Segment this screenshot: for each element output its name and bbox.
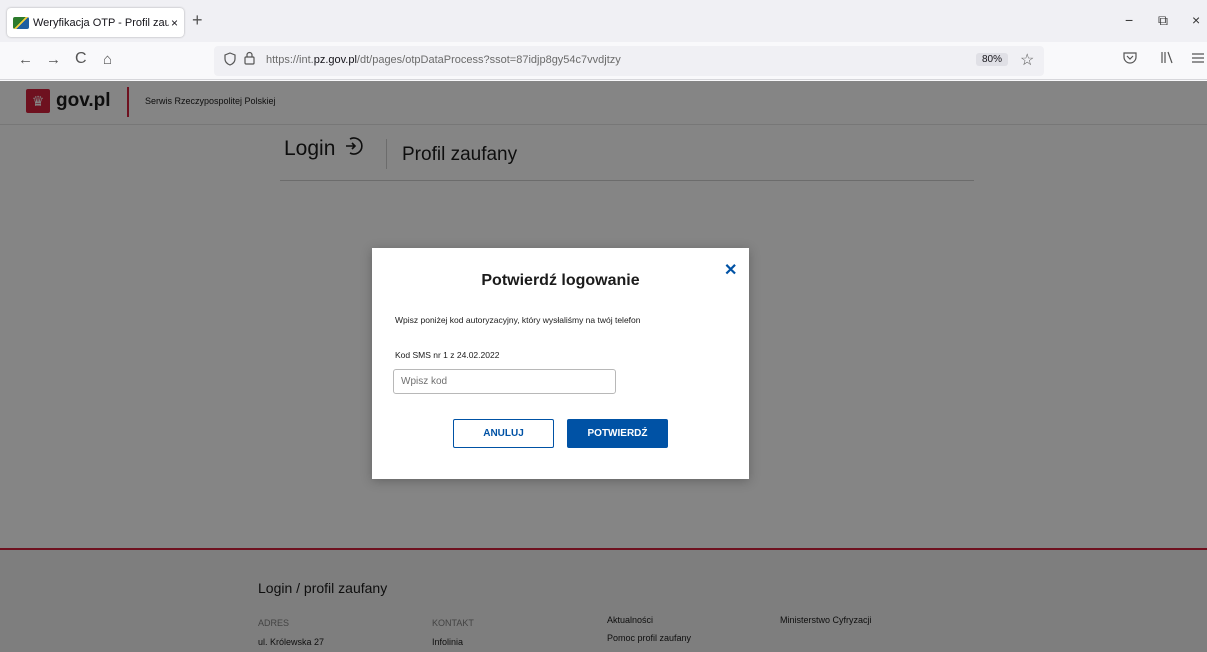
- browser-tab-bar: Weryfikacja OTP - Profil zaufany × + − ⧉…: [0, 0, 1207, 42]
- url-bar[interactable]: https://int.pz.gov.pl/dt/pages/otpDataPr…: [214, 46, 1044, 76]
- window-close-button[interactable]: ×: [1192, 12, 1200, 28]
- browser-tab[interactable]: Weryfikacja OTP - Profil zaufany ×: [7, 8, 184, 37]
- back-button[interactable]: ←: [18, 51, 33, 68]
- lock-icon: [244, 51, 255, 68]
- forward-button[interactable]: →: [46, 51, 61, 68]
- url-text[interactable]: https://int.pz.gov.pl/dt/pages/otpDataPr…: [266, 54, 621, 66]
- tab-close-icon[interactable]: ×: [171, 16, 178, 30]
- minimize-button[interactable]: −: [1125, 12, 1133, 28]
- menu-icon[interactable]: [1192, 51, 1204, 67]
- sms-code-input[interactable]: [393, 369, 616, 394]
- confirm-login-dialog: ✕ Potwierdź logowanie Wpisz poniżej kod …: [372, 248, 749, 479]
- favicon-icon: [13, 16, 29, 29]
- confirm-button[interactable]: POTWIERDŹ: [567, 419, 668, 448]
- sms-code-label: Kod SMS nr 1 z 24.02.2022: [395, 350, 500, 360]
- dialog-description: Wpisz poniżej kod autoryzacyjny, który w…: [395, 315, 641, 325]
- library-icon[interactable]: [1160, 51, 1174, 67]
- browser-nav-bar: ← → C ⌂ https://int.pz.gov.pl/dt/pages/o…: [0, 42, 1207, 80]
- tab-title: Weryfikacja OTP - Profil zaufany: [33, 16, 169, 29]
- pocket-icon[interactable]: [1123, 51, 1137, 67]
- reload-button[interactable]: C: [75, 50, 87, 68]
- restore-button[interactable]: ⧉: [1158, 12, 1168, 29]
- dialog-title: Potwierdź logowanie: [481, 272, 640, 289]
- shield-icon: [224, 52, 236, 69]
- bookmark-star-icon[interactable]: ☆: [1020, 50, 1034, 70]
- zoom-level[interactable]: 80%: [976, 53, 1009, 66]
- cancel-button[interactable]: ANULUJ: [453, 419, 554, 448]
- home-button[interactable]: ⌂: [103, 51, 112, 68]
- new-tab-button[interactable]: +: [192, 10, 203, 31]
